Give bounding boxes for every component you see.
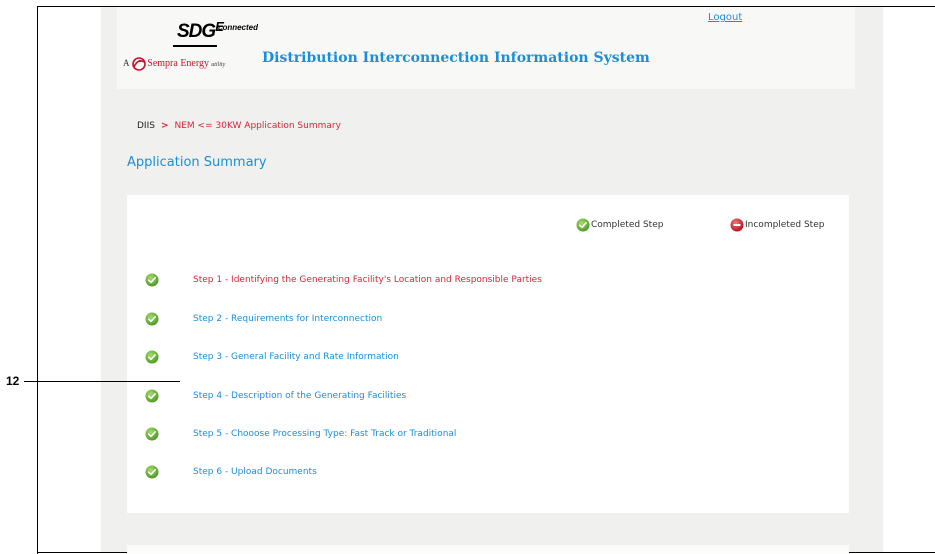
system-title: Distribution Interconnection Information… — [262, 50, 650, 66]
callout-number: 12 — [6, 374, 20, 388]
check-circle-icon — [145, 273, 159, 287]
logout-link[interactable]: Logout — [708, 12, 742, 23]
check-circle-icon — [145, 465, 159, 479]
legend-completed: Completed Step — [576, 218, 663, 232]
logo-sdge-text: SDGE — [177, 19, 224, 42]
legend-incompleted-label: Incompleted Step — [745, 220, 825, 230]
step-3[interactable]: Step 3 - General Facility and Rate Infor… — [145, 350, 399, 364]
step-6[interactable]: Step 6 - Upload Documents — [145, 465, 317, 479]
check-circle-icon — [576, 218, 590, 232]
step-1[interactable]: Step 1 - Identifying the Generating Faci… — [145, 273, 542, 287]
breadcrumb-separator-icon: > — [160, 121, 169, 131]
minus-circle-icon — [730, 218, 744, 232]
step-2-link[interactable]: Step 2 - Requirements for Interconnectio… — [193, 314, 382, 324]
check-circle-icon — [145, 312, 159, 326]
breadcrumb-current: NEM <= 30KW Application Summary — [174, 121, 341, 131]
sempra-mark-icon — [132, 57, 147, 71]
sdge-logo[interactable]: SDGE connected A Sempra Energy utility — [123, 19, 259, 71]
step-5-link[interactable]: Step 5 - Chooose Processing Type: Fast T… — [193, 429, 456, 439]
step-2[interactable]: Step 2 - Requirements for Interconnectio… — [145, 312, 382, 326]
step-3-link[interactable]: Step 3 - General Facility and Rate Infor… — [193, 352, 399, 362]
page-title: Application Summary — [127, 155, 267, 170]
step-1-link[interactable]: Step 1 - Identifying the Generating Faci… — [193, 275, 542, 285]
next-section-panel — [127, 545, 849, 553]
logo-connected-text: connected — [218, 23, 259, 32]
breadcrumb: DIIS > NEM <= 30KW Application Summary — [137, 121, 341, 131]
callout-leader-line — [24, 381, 180, 382]
step-4[interactable]: Step 4 - Description of the Generating F… — [145, 389, 406, 403]
check-circle-icon — [145, 389, 159, 403]
step-4-link[interactable]: Step 4 - Description of the Generating F… — [193, 391, 406, 401]
legend-completed-label: Completed Step — [591, 220, 664, 230]
check-circle-icon — [145, 427, 159, 441]
step-5[interactable]: Step 5 - Chooose Processing Type: Fast T… — [145, 427, 456, 441]
logo-underline — [173, 45, 217, 47]
breadcrumb-root[interactable]: DIIS — [137, 121, 155, 131]
sempra-tagline: A Sempra Energy utility — [123, 57, 226, 71]
site-header: SDGE connected A Sempra Energy utility D… — [117, 7, 855, 89]
step-6-link[interactable]: Step 6 - Upload Documents — [193, 467, 317, 477]
legend-incompleted: Incompleted Step — [730, 218, 824, 232]
figure-frame-left — [37, 6, 38, 554]
check-circle-icon — [145, 350, 159, 364]
